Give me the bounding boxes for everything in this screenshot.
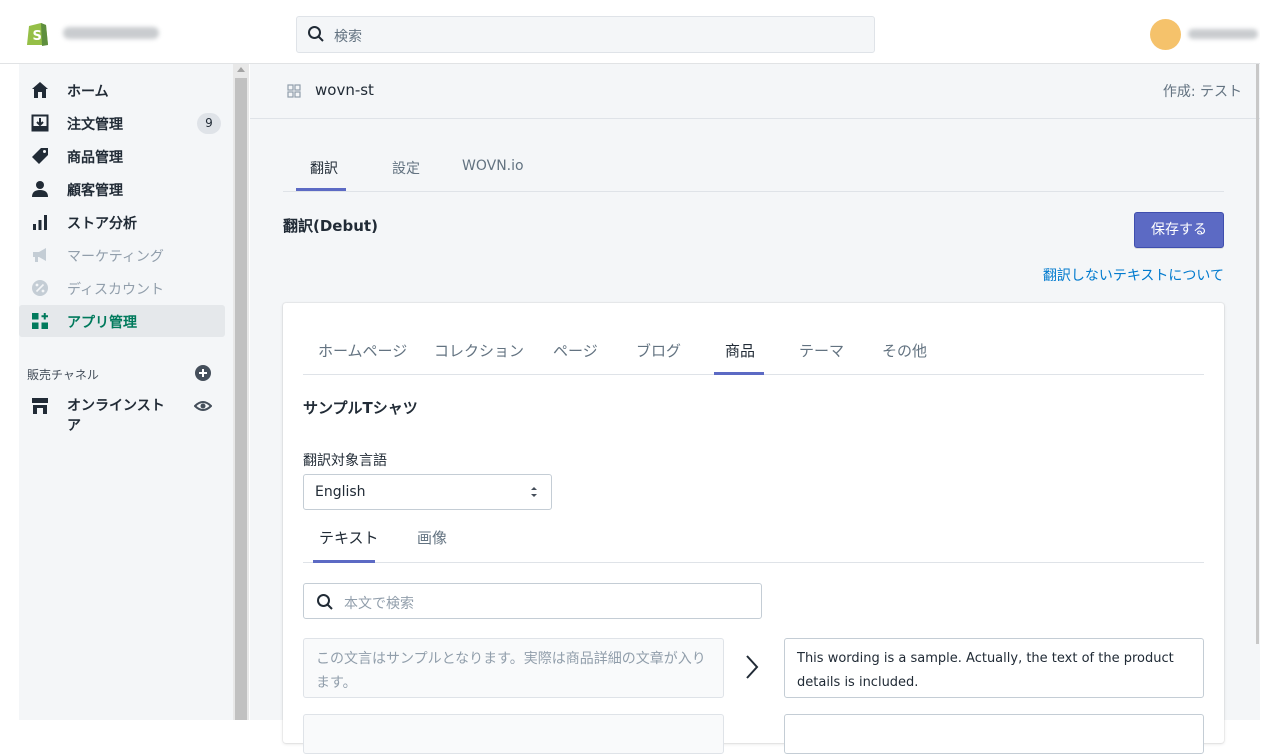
scroll-up-arrow-icon[interactable] bbox=[237, 67, 245, 72]
app-grid-icon bbox=[287, 84, 301, 98]
home-icon bbox=[32, 82, 48, 98]
app-author: 作成: テスト bbox=[1162, 84, 1242, 100]
svg-text:S: S bbox=[33, 29, 42, 44]
store-name[interactable] bbox=[63, 27, 159, 39]
tab-collections[interactable]: コレクション bbox=[434, 340, 524, 361]
active-tab-indicator bbox=[296, 188, 346, 191]
main-content: wovn-st 作成: テスト 翻訳 設定 WOVN.io 翻訳(Debut) … bbox=[250, 64, 1260, 754]
sidebar-item-label: 注文管理 bbox=[67, 117, 123, 133]
discount-icon bbox=[32, 280, 48, 296]
text-search-placeholder: 本文で検索 bbox=[344, 596, 414, 612]
tab-pages[interactable]: ページ bbox=[553, 340, 598, 361]
tab-homepage[interactable]: ホームページ bbox=[318, 340, 407, 361]
page-scrollbar-thumb[interactable] bbox=[1256, 64, 1259, 644]
category-tabs: ホームページ コレクション ページ ブログ 商品 テーマ その他 bbox=[303, 333, 1204, 375]
page-scrollbar[interactable] bbox=[1256, 0, 1280, 720]
save-button[interactable]: 保存する bbox=[1134, 212, 1224, 248]
top-bar: S 検索 bbox=[0, 0, 1260, 64]
avatar[interactable] bbox=[1150, 19, 1181, 50]
sidebar-item-label: 顧客管理 bbox=[67, 183, 123, 199]
chevron-right-icon bbox=[746, 655, 759, 679]
select-arrows-icon bbox=[531, 487, 537, 497]
source-text-field: この文言はサンプルとなります。実際は商品詳細の文章が入ります。 bbox=[303, 638, 724, 698]
sidebar-item-label: オンラインストア bbox=[67, 398, 165, 434]
sidebar-item-label: アプリ管理 bbox=[67, 315, 137, 331]
active-subtab-indicator bbox=[313, 560, 375, 563]
sidebar-item-home[interactable]: ホーム bbox=[19, 74, 225, 106]
user-name[interactable] bbox=[1188, 29, 1258, 39]
tag-icon bbox=[32, 148, 48, 164]
sidebar-scrollbar[interactable] bbox=[233, 64, 249, 720]
tab-images[interactable]: 画像 bbox=[417, 527, 447, 548]
add-channel-icon[interactable] bbox=[194, 364, 212, 382]
untranslated-text-help-link[interactable]: 翻訳しないテキストについて bbox=[1043, 265, 1224, 285]
tab-text[interactable]: テキスト bbox=[319, 527, 379, 548]
search-placeholder: 検索 bbox=[334, 29, 362, 45]
text-search-input[interactable]: 本文で検索 bbox=[303, 583, 762, 619]
sidebar-item-label: ホーム bbox=[67, 84, 109, 100]
sidebar: ホーム 注文管理 9 商品管理 顧客管理 ストア分析 マーケティング ディスカウ… bbox=[19, 64, 233, 720]
target-language-select[interactable]: English bbox=[303, 474, 552, 510]
translation-text-field[interactable]: This wording is a sample. Actually, the … bbox=[784, 638, 1204, 698]
megaphone-icon bbox=[33, 248, 46, 262]
source-text-field bbox=[303, 714, 724, 754]
sidebar-item-label: 商品管理 bbox=[67, 150, 123, 166]
tab-wovn-io[interactable]: WOVN.io bbox=[462, 158, 524, 174]
store-icon bbox=[32, 398, 48, 414]
translation-card: ホームページ コレクション ページ ブログ 商品 テーマ その他 サンプルTシャ… bbox=[283, 303, 1224, 754]
orders-icon bbox=[31, 114, 49, 132]
active-category-indicator bbox=[714, 372, 764, 375]
shopify-logo-icon[interactable]: S bbox=[25, 20, 50, 47]
sidebar-item-label: マーケティング bbox=[67, 249, 164, 265]
search-icon bbox=[308, 26, 324, 42]
sidebar-item-analytics[interactable]: ストア分析 bbox=[19, 206, 225, 238]
app-name: wovn-st bbox=[315, 81, 374, 99]
sidebar-item-products[interactable]: 商品管理 bbox=[19, 140, 225, 172]
product-title: サンプルTシャツ bbox=[303, 399, 418, 417]
page-title: 翻訳(Debut) bbox=[283, 217, 378, 235]
tab-translation[interactable]: 翻訳 bbox=[310, 158, 338, 178]
bar-chart-icon bbox=[33, 215, 47, 230]
main-tabs: 翻訳 設定 WOVN.io bbox=[283, 149, 1224, 192]
apps-icon bbox=[32, 313, 48, 329]
sales-channels-header: 販売チャネル bbox=[27, 368, 99, 382]
sidebar-item-apps[interactable]: アプリ管理 bbox=[19, 305, 225, 337]
sidebar-item-label: ディスカウント bbox=[67, 282, 165, 298]
sidebar-item-marketing[interactable]: マーケティング bbox=[19, 239, 225, 271]
orders-count-badge: 9 bbox=[197, 113, 221, 134]
app-header-bar: wovn-st 作成: テスト bbox=[250, 64, 1260, 119]
search-icon bbox=[317, 594, 333, 610]
sidebar-item-customers[interactable]: 顧客管理 bbox=[19, 173, 225, 205]
global-search-input[interactable]: 検索 bbox=[296, 16, 875, 53]
person-icon bbox=[32, 181, 48, 197]
target-language-label: 翻訳対象言語 bbox=[303, 453, 387, 469]
tab-settings[interactable]: 設定 bbox=[392, 158, 420, 178]
content-type-tabs: テキスト 画像 bbox=[303, 521, 1204, 563]
tab-theme[interactable]: テーマ bbox=[799, 340, 844, 361]
tab-products[interactable]: 商品 bbox=[725, 340, 755, 361]
translation-text-field[interactable] bbox=[784, 714, 1204, 754]
scrollbar-thumb[interactable] bbox=[235, 78, 247, 720]
selected-language: English bbox=[315, 484, 366, 500]
sidebar-item-discounts[interactable]: ディスカウント bbox=[19, 272, 225, 304]
sidebar-item-online-store[interactable]: オンラインストア bbox=[19, 394, 233, 438]
sidebar-item-orders[interactable]: 注文管理 9 bbox=[19, 107, 225, 139]
view-store-eye-icon[interactable] bbox=[194, 397, 212, 415]
sidebar-item-label: ストア分析 bbox=[67, 216, 137, 232]
tab-blog[interactable]: ブログ bbox=[636, 340, 681, 361]
tab-other[interactable]: その他 bbox=[882, 340, 927, 361]
